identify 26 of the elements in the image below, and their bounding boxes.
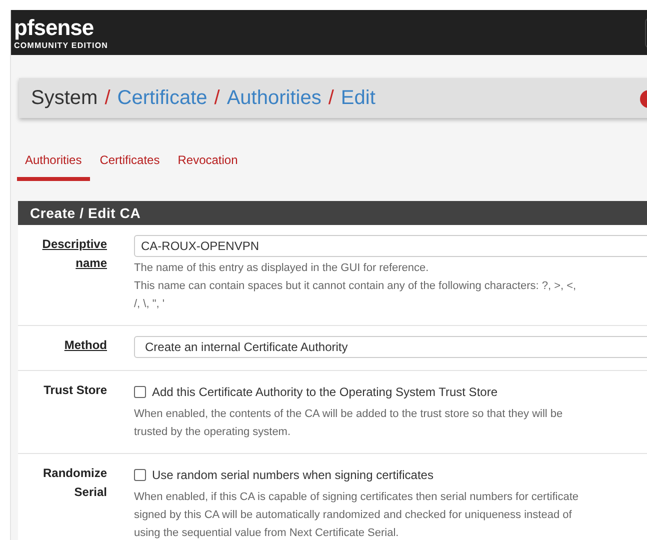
- logo: pfsense: [14, 15, 95, 41]
- field-label: Method: [63, 337, 107, 354]
- checkbox-label: Use random serial numbers when signing certificates: [152, 468, 434, 482]
- field-label: Trust Store: [42, 382, 107, 399]
- breadcrumb-link[interactable]: Certificate: [117, 86, 208, 110]
- breadcrumb-link[interactable]: System: [31, 86, 98, 110]
- breadcrumb-link[interactable]: Edit: [340, 86, 376, 110]
- tab[interactable]: Revocation: [170, 145, 246, 181]
- checkbox-label: Add this Certificate Authority to the Operating System Trust Store: [152, 385, 498, 399]
- checkbox[interactable]: [134, 386, 146, 398]
- help-text: When enabled, if this CA is capable of signing certificates then serial numbers for certificate signed by this CA will be automatically randomized and checked for uniqueness instead of using the sequential value from Next Certificate Serial.: [134, 490, 580, 540]
- breadcrumb-separator: /: [328, 86, 334, 110]
- tab[interactable]: Authorities: [17, 145, 90, 181]
- breadcrumb-link[interactable]: Authorities: [226, 86, 322, 110]
- edition-label: COMMUNITY EDITION: [14, 41, 108, 50]
- help-text: The name of this entry as displayed in the GUI for reference. This name can contain spaces but it cannot contain any of the following characters: ?, >, <, /, \, ", ': [134, 261, 578, 312]
- checkbox[interactable]: [134, 469, 146, 481]
- field-label: Descriptive name: [41, 236, 107, 272]
- input-field[interactable]: CA-ROUX-OPENVPN: [134, 235, 647, 257]
- breadcrumb-separator: /: [214, 86, 220, 110]
- tab[interactable]: Certificates: [92, 145, 168, 181]
- method-select[interactable]: Create an internal Certificate Authority: [134, 336, 647, 358]
- help-text: When enabled, the contents of the CA will be added to the trust store so that they will be trusted by the operating system.: [134, 407, 564, 440]
- field-label: Randomize Serial: [42, 465, 107, 501]
- panel-title: Create / Edit CA: [18, 201, 647, 225]
- breadcrumb-separator: /: [104, 86, 110, 110]
